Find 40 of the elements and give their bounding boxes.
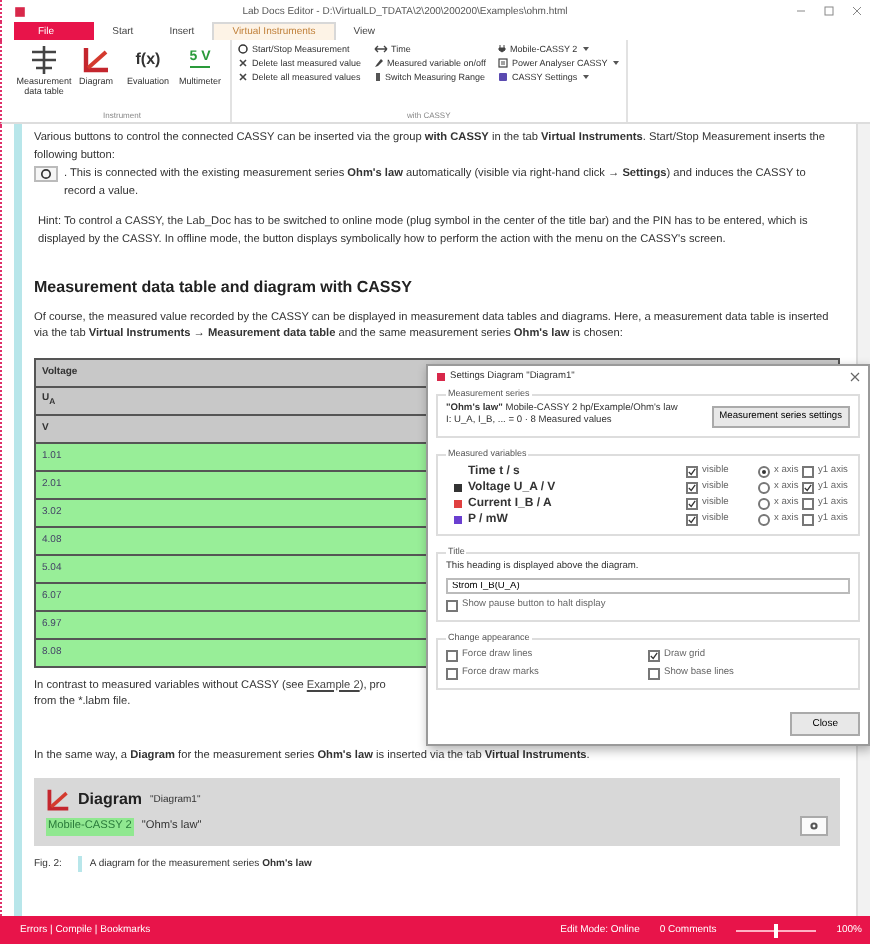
app-icon	[436, 372, 446, 382]
checkbox[interactable]	[802, 466, 814, 478]
checkbox[interactable]	[686, 514, 698, 526]
device-icon	[497, 58, 508, 68]
radio-button[interactable]	[758, 466, 770, 478]
close-icon[interactable]	[852, 6, 862, 16]
card-title: Diagram	[78, 791, 143, 809]
checkbox[interactable]	[686, 466, 698, 478]
checkbox[interactable]	[802, 498, 814, 510]
diagram-icon	[46, 788, 70, 812]
checkbox[interactable]	[648, 650, 660, 662]
cross-icon	[238, 72, 248, 82]
diagram-icon	[82, 45, 110, 73]
pen-icon	[373, 58, 384, 68]
circle-icon	[238, 44, 248, 54]
checkbox[interactable]	[802, 482, 814, 494]
table-icon	[30, 45, 58, 73]
start-stop-button[interactable]	[34, 166, 58, 182]
checkbox[interactable]	[446, 600, 458, 612]
radio-button[interactable]	[758, 482, 770, 494]
close-icon[interactable]	[850, 372, 860, 382]
slider-thumb[interactable]	[774, 923, 779, 937]
double-arrow-icon	[373, 44, 388, 54]
section-heading: Measurement data table and diagram with CASSY	[34, 280, 414, 297]
checkbox[interactable]	[686, 498, 698, 510]
checkbox[interactable]	[446, 650, 458, 662]
formula-icon: f(x)	[135, 50, 161, 68]
radio-button[interactable]	[758, 514, 770, 526]
plug-icon	[497, 44, 506, 54]
checkbox[interactable]	[446, 668, 458, 680]
cross-icon	[238, 58, 248, 68]
maximize-icon[interactable]	[824, 6, 834, 16]
checkbox[interactable]	[802, 514, 814, 526]
range-icon	[373, 72, 382, 82]
app-icon	[14, 5, 26, 17]
checkbox[interactable]	[648, 668, 660, 680]
radio-button[interactable]	[758, 498, 770, 510]
settings-button[interactable]	[800, 815, 828, 835]
checkbox[interactable]	[686, 482, 698, 494]
settings-icon	[497, 72, 508, 82]
